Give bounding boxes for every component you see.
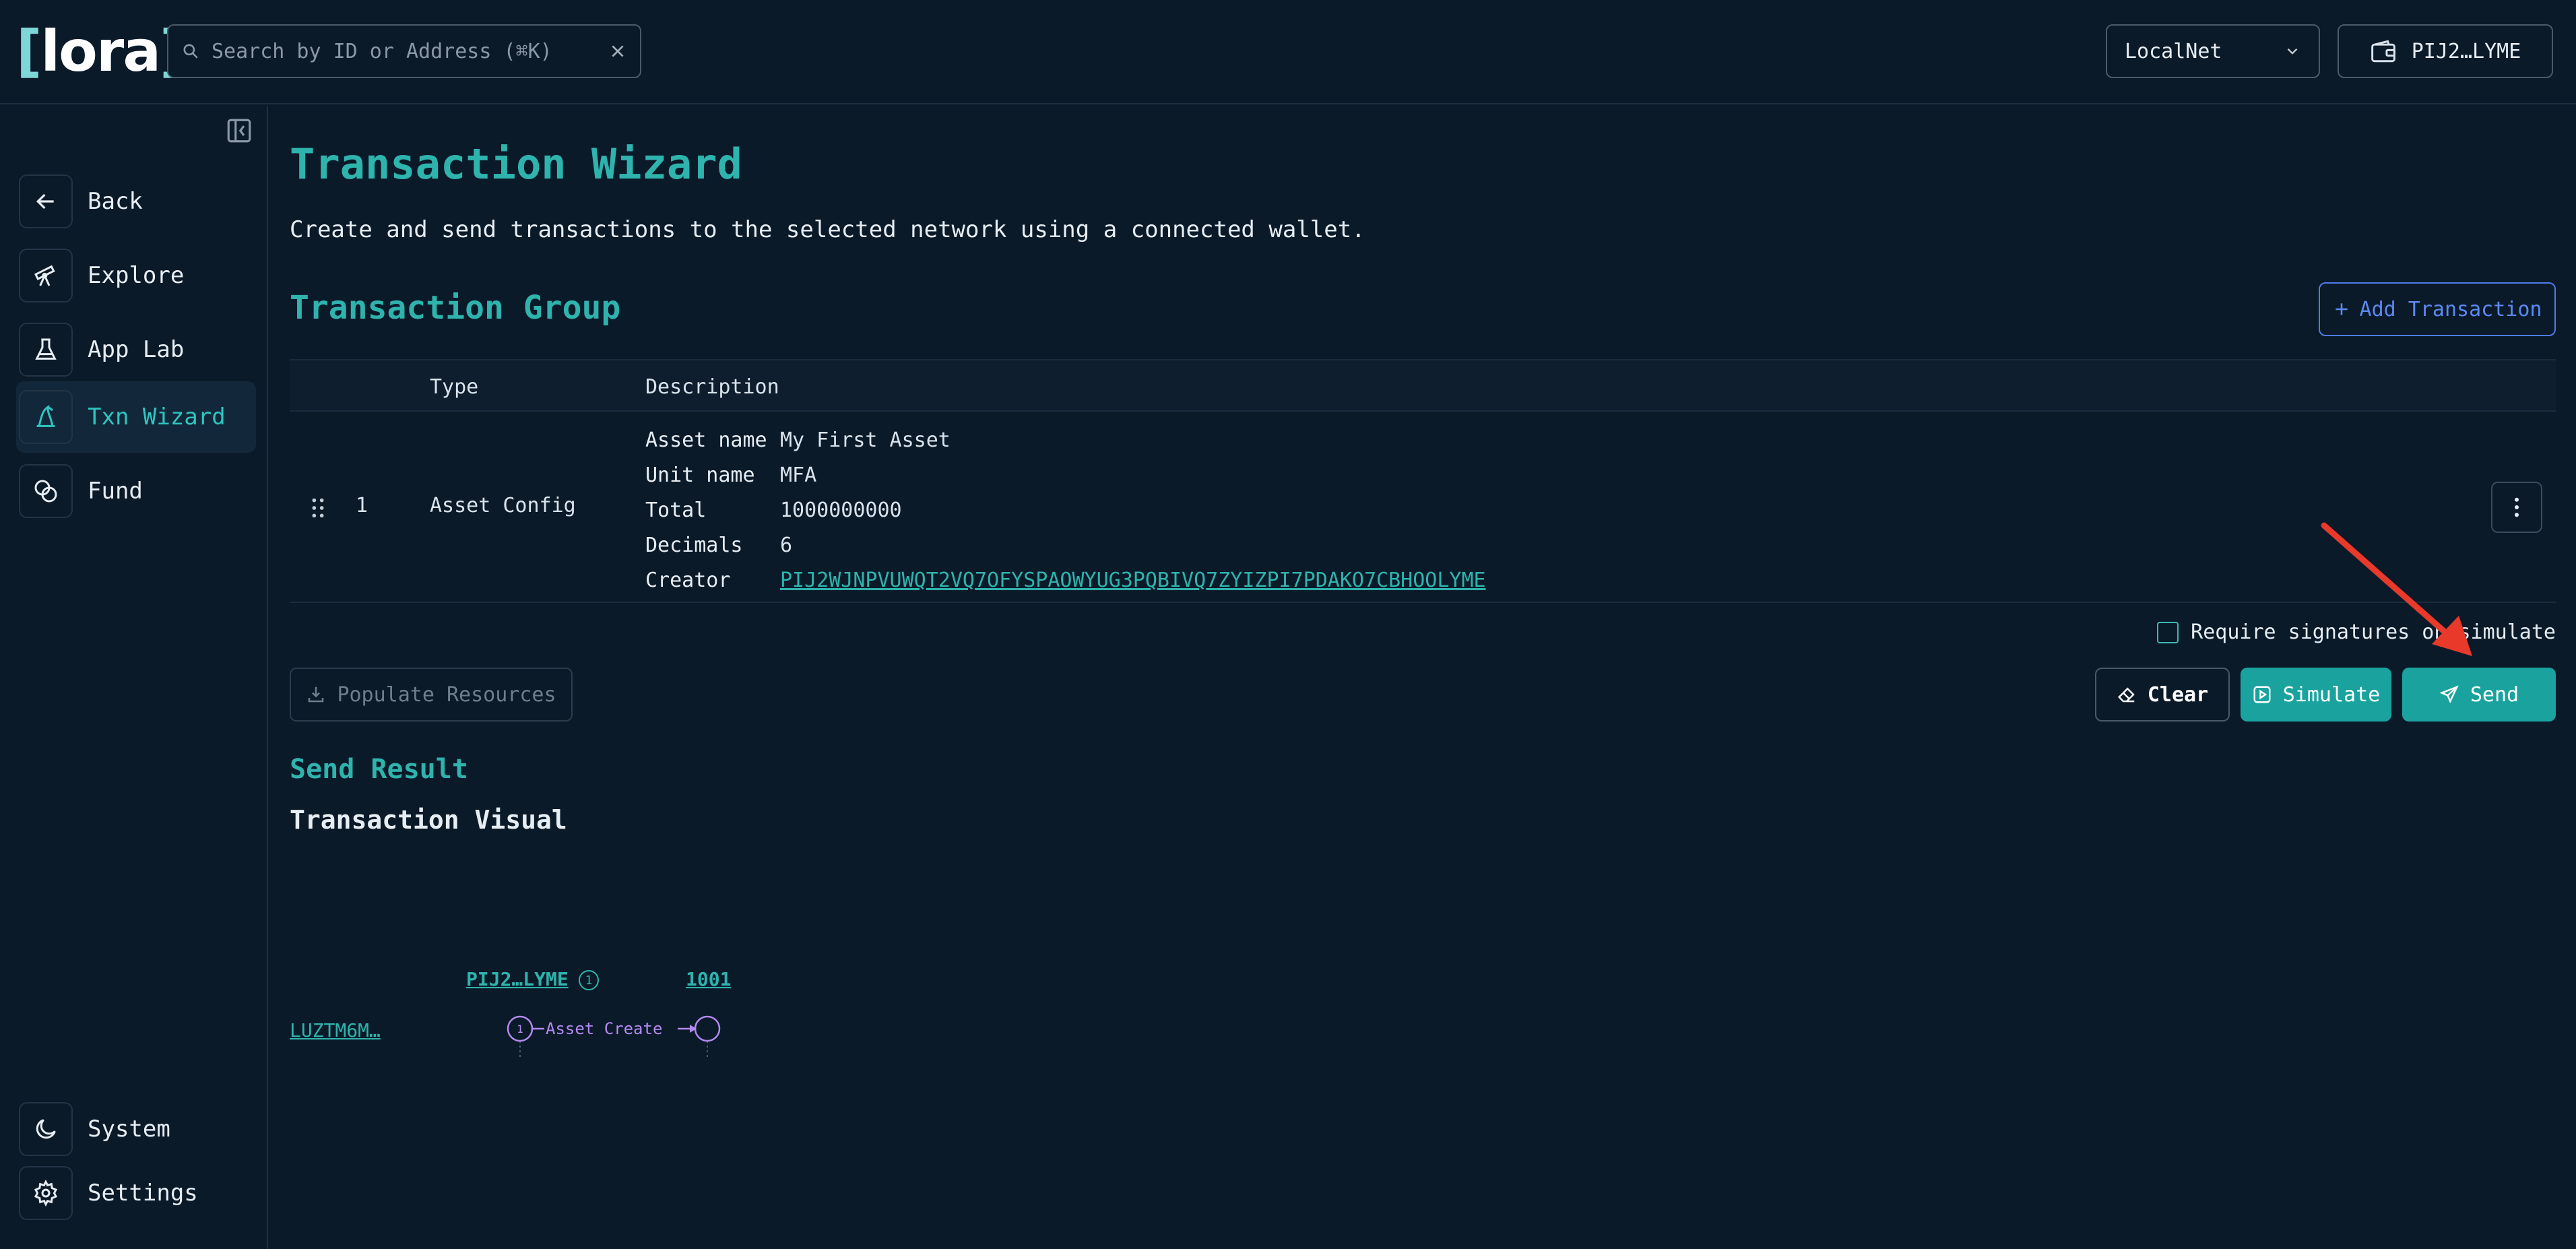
transaction-visual: PIJ2…LYME 1 1001 LUZTM6M… 1 Asset Create [290,847,896,1062]
simulate-label: Simulate [2282,682,2381,707]
detail-value: MFA [780,463,817,487]
top-bar: [lora] LocalNet PIJ2…LYME [0,0,2576,104]
sidebar-item-label: Txn Wizard [88,404,226,430]
add-transaction-button[interactable]: Add Transaction [2319,282,2556,336]
wallet-icon [2371,40,2395,63]
visual-asset-link[interactable]: 1001 [686,968,731,990]
lora-logo[interactable]: [lora] [16,18,185,84]
gear-icon [19,1166,73,1220]
page-subtitle: Create and send transactions to the sele… [290,216,1365,243]
sidebar-item-back[interactable]: Back [16,166,256,237]
eraser-icon [2117,687,2135,703]
table-row: 1 Asset Config Asset name My First Asset … [290,412,2556,603]
simulate-button[interactable]: Simulate [2241,668,2391,722]
transaction-table: Type Description 1 Asset Config Asset na… [290,359,2556,603]
detail-value: 6 [780,533,793,557]
coins-icon [19,464,73,518]
table-header: Type Description [290,359,2556,412]
populate-resources-label: Populate Resources [337,682,556,707]
txn-index-badge: 1 [517,1023,523,1035]
require-signatures-checkbox[interactable] [2157,621,2179,643]
detail-row: Asset name My First Asset [645,422,1486,457]
visual-account-link[interactable]: PIJ2…LYME [466,968,569,990]
logo-text: lora [40,18,161,84]
txn-flow-diagram: 1 Asset Create [507,1015,721,1058]
sidebar-item-label: Fund [88,478,143,505]
sidebar: Back Explore App Lab Txn Wizard Fund Sys… [0,106,268,1249]
drag-handle-icon[interactable] [310,497,326,519]
network-select[interactable]: LocalNet [2106,24,2320,78]
sidebar-item-label: App Lab [88,336,185,363]
plus-icon [2335,303,2348,315]
clear-label: Clear [2147,682,2209,707]
main-content: Transaction Wizard Create and send trans… [290,106,2556,1249]
detail-key: Asset name [645,428,767,452]
search-input[interactable] [212,39,609,63]
creator-address-link[interactable]: PIJ2WJNPVUWQT2VQ7OFYSPAOWYUG3PQBIVQ7ZYIZ… [780,569,1486,592]
chevron-down-icon [2287,48,2298,55]
send-button[interactable]: Send [2402,668,2556,722]
transaction-type: Asset Config [430,494,576,517]
moon-icon [19,1102,73,1156]
arrow-left-icon [19,174,73,228]
send-result-title: Send Result [290,754,468,785]
txn-action-label: Asset Create [546,1019,662,1038]
download-icon [309,686,324,703]
collapse-sidebar-icon[interactable] [225,117,253,145]
sidebar-item-label: System [88,1116,170,1143]
transaction-visual-title: Transaction Visual [290,805,567,835]
sidebar-item-label: Settings [88,1180,198,1207]
sidebar-item-txn-wizard[interactable]: Txn Wizard [16,381,256,453]
page-title: Transaction Wizard [290,139,742,189]
more-vertical-icon [2515,497,2519,517]
detail-value: 1000000000 [780,498,902,522]
annotation-arrow-icon [2321,522,2472,656]
sidebar-item-explore[interactable]: Explore [16,240,256,311]
app-window: [lora] LocalNet PIJ2…LYME Back [0,0,2576,1249]
telescope-icon [19,249,73,302]
wallet-address: PIJ2…LYME [2411,39,2521,63]
column-header-type: Type [430,375,479,399]
sidebar-item-label: Explore [88,262,185,289]
detail-value: My First Asset [780,428,951,452]
detail-key: Unit name [645,463,755,487]
detail-row: Total 1000000000 [645,492,1486,527]
search-box [167,24,641,78]
detail-key: Total [645,498,707,522]
sidebar-item-fund[interactable]: Fund [16,455,256,527]
transaction-description: Asset name My First Asset Unit name MFA To… [645,422,1486,598]
sidebar-item-system-theme[interactable]: System [16,1093,256,1165]
send-label: Send [2470,682,2519,707]
search-icon [183,44,198,59]
wizard-hat-icon [19,390,73,444]
detail-key: Decimals [645,533,743,557]
visual-txn-link[interactable]: LUZTM6M… [290,1019,381,1042]
sidebar-item-app-lab[interactable]: App Lab [16,314,256,385]
send-icon [2439,685,2459,704]
clear-button[interactable]: Clear [2095,668,2230,722]
add-transaction-label: Add Transaction [2359,297,2542,321]
flask-icon [19,323,73,377]
sidebar-item-settings[interactable]: Settings [16,1157,256,1229]
row-actions-button[interactable] [2491,482,2542,533]
detail-key: Creator [645,568,731,592]
detail-row: Decimals 6 [645,527,1486,563]
section-title-transaction-group: Transaction Group [290,289,621,327]
detail-row: Creator PIJ2WJNPVUWQT2VQ7OFYSPAOWYUG3PQBI… [645,563,1486,598]
wallet-button[interactable]: PIJ2…LYME [2338,24,2553,78]
account-badge-count: 1 [585,973,593,988]
detail-row: Unit name MFA [645,457,1486,492]
populate-resources-button[interactable]: Populate Resources [290,668,573,722]
account-badge: 1 [579,970,599,990]
network-select-value: LocalNet [2125,39,2222,63]
column-header-description: Description [645,375,779,399]
clear-search-icon[interactable] [609,42,626,60]
play-square-icon [2253,686,2271,703]
row-index: 1 [356,494,368,517]
logo-bracket-open: [ [16,18,42,84]
sidebar-item-label: Back [88,188,143,215]
